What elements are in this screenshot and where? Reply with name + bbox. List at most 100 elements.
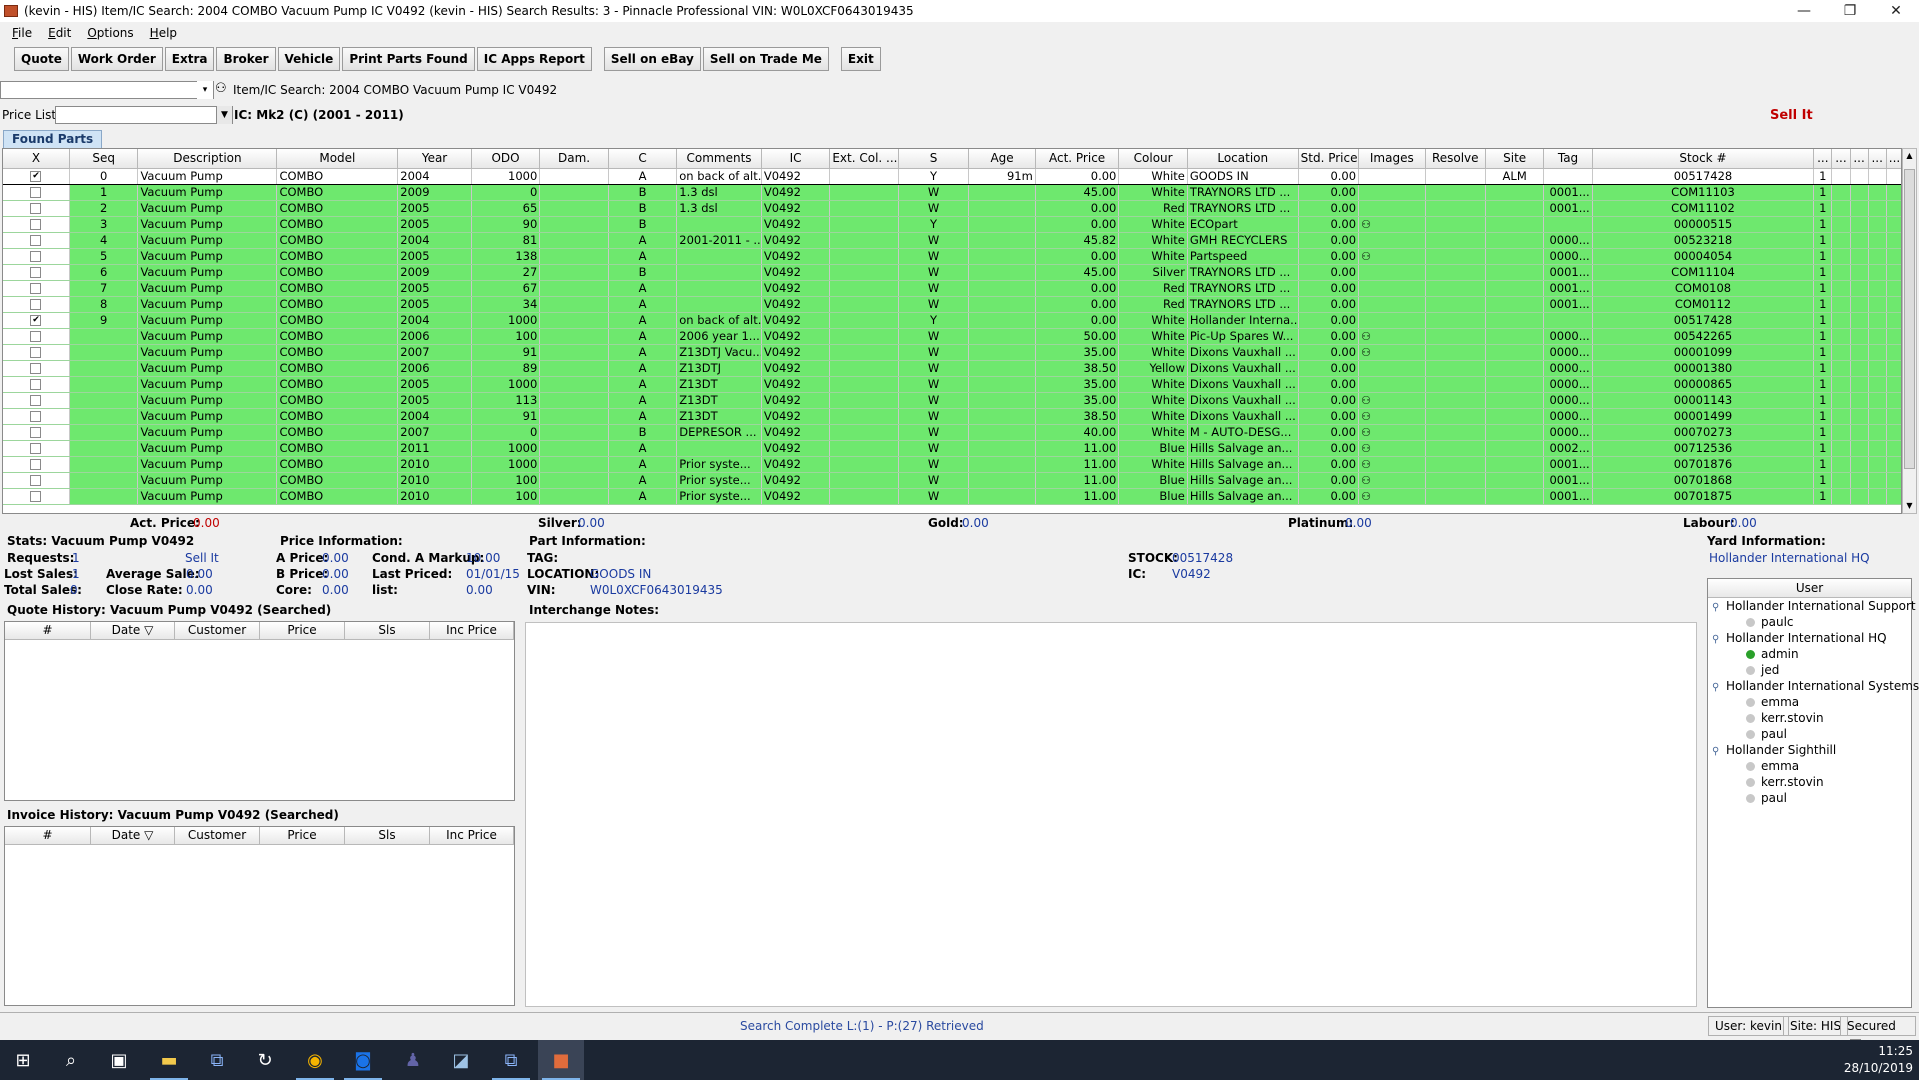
column-header[interactable]: IC <box>761 149 831 169</box>
search-icon[interactable]: ⌕ <box>48 1040 94 1080</box>
stats-sell-it-link[interactable]: Sell It <box>185 551 219 565</box>
column-header[interactable]: Seq <box>69 149 139 169</box>
row-select-cell[interactable] <box>3 296 70 313</box>
row-checkbox[interactable] <box>30 443 42 454</box>
column-header[interactable]: Colour <box>1118 149 1188 169</box>
column-header[interactable]: Std. Price <box>1298 149 1360 169</box>
column-header[interactable]: ODO <box>471 149 541 169</box>
extra-button[interactable]: Extra <box>164 47 215 71</box>
column-header[interactable]: Location <box>1187 149 1299 169</box>
notepad-icon[interactable]: ◪ <box>438 1040 484 1080</box>
status-secured[interactable]: Secured ✔ <box>1840 1016 1916 1050</box>
column-header[interactable]: Act. Price <box>1035 149 1120 169</box>
menu-edit[interactable]: Edit <box>40 26 79 40</box>
row-select-cell[interactable] <box>3 456 70 473</box>
minimize-button[interactable]: — <box>1781 0 1827 22</box>
table-scrollbar[interactable]: ▲ ▼ <box>1902 148 1917 514</box>
table-row[interactable]: Vacuum Pump COMBO 2011 1000 A V0492 W 11.00 Blue… <box>3 440 1901 457</box>
pinnacle-icon[interactable]: ■ <box>538 1040 584 1080</box>
column-header[interactable]: Age <box>968 149 1036 169</box>
history-column-header[interactable]: Date ▽ <box>91 827 175 845</box>
row-checkbox[interactable]: ✔ <box>30 315 42 326</box>
binoculars-icon[interactable]: ⚇ <box>1361 458 1371 471</box>
row-checkbox[interactable]: ✔ <box>30 171 42 182</box>
row-select-cell[interactable] <box>3 264 70 281</box>
column-header[interactable]: ... <box>1868 149 1887 169</box>
remote-desktop-icon[interactable]: ⧉ <box>194 1040 240 1080</box>
column-header[interactable]: Stock # <box>1592 149 1815 169</box>
row-select-cell[interactable] <box>3 216 70 233</box>
table-row[interactable]: 5 Vacuum Pump COMBO 2005 138 A V0492 W 0.00 White… <box>3 248 1901 265</box>
row-checkbox[interactable] <box>30 251 42 262</box>
row-checkbox[interactable] <box>30 395 42 406</box>
column-header[interactable]: Ext. Col. ... <box>829 149 899 169</box>
column-header[interactable]: ... <box>1813 149 1833 169</box>
row-select-cell[interactable] <box>3 184 70 201</box>
table-row[interactable]: ✔ 0 Vacuum Pump COMBO 2004 1000 Aon back of al… <box>3 167 1901 185</box>
history-column-header[interactable]: Price <box>260 827 345 845</box>
table-row[interactable]: Vacuum Pump COMBO 2004 91 A Z13DT V0492 W 38.50 W… <box>3 408 1901 425</box>
history-column-header[interactable]: Customer <box>175 827 260 845</box>
history-column-header[interactable]: Date ▽ <box>91 622 175 640</box>
file-explorer-icon[interactable]: ▬ <box>146 1040 192 1080</box>
binoculars-icon[interactable]: ⚇ <box>215 81 227 96</box>
history-column-header[interactable]: Inc Price <box>430 622 514 640</box>
history-column-header[interactable]: Customer <box>175 622 260 640</box>
tree-toggle-icon[interactable]: ⚲ <box>1712 680 1722 696</box>
row-checkbox[interactable] <box>30 331 42 342</box>
binoculars-icon[interactable]: ⚇ <box>1361 330 1371 343</box>
ic-apps-report-button[interactable]: IC Apps Report <box>476 47 592 71</box>
table-row[interactable]: 6 Vacuum Pump COMBO 2009 27 B V0492 W 45.00 Silve… <box>3 264 1901 281</box>
task-view-icon[interactable]: ▣ <box>96 1040 142 1080</box>
outlook-icon[interactable]: ◙ <box>340 1040 386 1080</box>
row-select-cell[interactable] <box>3 376 70 393</box>
table-row[interactable]: 1 Vacuum Pump COMBO 2009 0 B 1.3 dsl V0492 W 45.0… <box>3 184 1901 201</box>
table-row[interactable]: 4 Vacuum Pump COMBO 2004 81 A 2001-2011 - ... V… <box>3 232 1901 249</box>
table-row[interactable]: 2 Vacuum Pump COMBO 2005 65 B 1.3 dsl V0492 W 0.0… <box>3 200 1901 217</box>
table-row[interactable]: Vacuum Pump COMBO 2007 91 A Z13DTJ Vacu... V04… <box>3 344 1901 361</box>
column-header[interactable]: ... <box>1850 149 1869 169</box>
tree-user[interactable]: emma <box>1708 694 1911 710</box>
scroll-up-icon[interactable]: ▲ <box>1903 149 1916 163</box>
sell-on-trade-me-button[interactable]: Sell on Trade Me <box>702 47 829 71</box>
column-header[interactable]: Description <box>137 149 278 169</box>
row-checkbox[interactable] <box>30 363 42 374</box>
table-row[interactable]: Vacuum Pump COMBO 2005 1000 A Z13DT V0492 W 35.0… <box>3 376 1901 393</box>
search-combo[interactable]: ▾ <box>0 81 214 99</box>
table-row[interactable]: Vacuum Pump COMBO 2007 0 B DEPRESOR ... V0492 W… <box>3 424 1901 441</box>
row-checkbox[interactable] <box>30 187 42 198</box>
history-column-header[interactable]: # <box>5 827 91 845</box>
tree-toggle-icon[interactable]: ⚲ <box>1712 600 1722 616</box>
tree-user[interactable]: paulc <box>1708 614 1911 630</box>
row-select-cell[interactable] <box>3 440 70 457</box>
column-header[interactable]: X <box>3 149 70 169</box>
table-row[interactable]: 3 Vacuum Pump COMBO 2005 90 B V0492 Y 0.00 White E… <box>3 216 1901 233</box>
tree-group[interactable]: ⚲ Hollander International HQ <box>1708 630 1911 646</box>
row-select-cell[interactable] <box>3 248 70 265</box>
row-select-cell[interactable] <box>3 488 70 505</box>
binoculars-icon[interactable]: ⚇ <box>1361 490 1371 503</box>
work-order-button[interactable]: Work Order <box>70 47 163 71</box>
scroll-down-icon[interactable]: ▼ <box>1903 499 1916 513</box>
table-row[interactable]: Vacuum Pump COMBO 2006 89 A Z13DTJ V0492 W 38.50… <box>3 360 1901 377</box>
table-row[interactable]: Vacuum Pump COMBO 2005 113 A Z13DT V0492 W 35.00… <box>3 392 1901 409</box>
row-select-cell[interactable] <box>3 360 70 377</box>
tree-user[interactable]: kerr.stovin <box>1708 774 1911 790</box>
row-select-cell[interactable] <box>3 408 70 425</box>
vehicle-button[interactable]: Vehicle <box>277 47 341 71</box>
close-button[interactable]: ✕ <box>1873 0 1919 22</box>
remote-app-icon[interactable]: ⧉ <box>488 1040 534 1080</box>
table-row[interactable]: Vacuum Pump COMBO 2010 100 A Prior syste... V0… <box>3 472 1901 489</box>
chevron-down-icon[interactable]: ▼ <box>216 106 232 124</box>
row-checkbox[interactable] <box>30 475 42 486</box>
row-select-cell[interactable] <box>3 328 70 345</box>
tree-user[interactable]: kerr.stovin <box>1708 710 1911 726</box>
sell-it-link[interactable]: Sell It <box>1770 108 1813 123</box>
row-select-cell[interactable] <box>3 472 70 489</box>
row-checkbox[interactable] <box>30 411 42 422</box>
table-row[interactable]: ✔ 9 Vacuum Pump COMBO 2004 1000 Aon back of al… <box>3 312 1901 329</box>
column-header[interactable]: Model <box>276 149 399 169</box>
tree-group[interactable]: ⚲ Hollander International Support <box>1708 598 1916 616</box>
binoculars-icon[interactable]: ⚇ <box>1361 394 1371 407</box>
column-header[interactable]: Resolve <box>1425 149 1486 169</box>
